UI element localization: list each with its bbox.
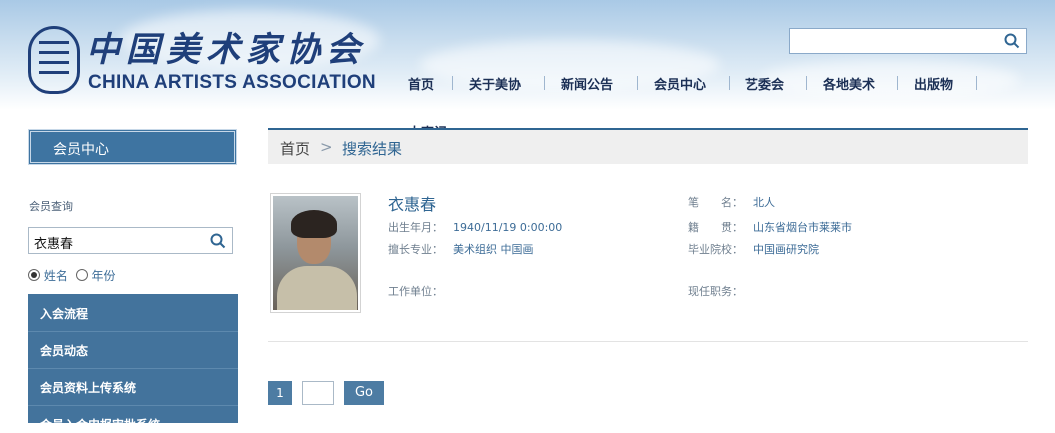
birth-value: 1940/11/19 0:00:00	[453, 221, 563, 234]
radio-year-label[interactable]: 年份	[92, 269, 116, 283]
nav-divider	[976, 76, 977, 90]
menu-divider	[28, 331, 238, 332]
origin-value: 山东省烟台市莱莱市	[753, 221, 852, 234]
page-number-button[interactable]: 1	[268, 381, 292, 405]
sidebar-menu: 入会流程 会员动态 会员资料上传系统 会员入会申报审批系统	[28, 294, 238, 432]
result-divider	[268, 341, 1028, 342]
nav-divider	[897, 76, 898, 90]
chevron-right-icon: >	[320, 138, 333, 156]
work-field: 工作单位：	[388, 283, 453, 299]
sidebar-title-label: 会员中心	[53, 142, 109, 158]
nav-divider	[729, 76, 730, 90]
menu-item-approval-system[interactable]: 会员入会申报审批系统	[40, 416, 160, 433]
menu-item-join-process[interactable]: 入会流程	[40, 305, 88, 322]
search-type-radios: 姓名 年份	[28, 267, 116, 284]
nav-item-art-committee[interactable]: 艺委会	[745, 74, 784, 93]
work-label: 工作单位：	[388, 285, 443, 298]
site-header: 中国美术家协会 CHINA ARTISTS ASSOCIATION 首页 关于美…	[0, 0, 1055, 110]
nav-item-news[interactable]: 新闻公告	[561, 74, 613, 93]
member-search-input[interactable]: 衣惠春	[28, 227, 233, 254]
site-search-input[interactable]	[789, 28, 1027, 54]
search-icon[interactable]	[210, 233, 226, 249]
position-label: 现任职务：	[688, 285, 743, 298]
school-field: 毕业院校： 中国画研究院	[688, 241, 819, 257]
radio-year[interactable]	[75, 269, 88, 281]
nav-item-member-center[interactable]: 会员中心	[654, 74, 706, 93]
radio-name[interactable]	[28, 269, 40, 281]
search-icon[interactable]	[1004, 33, 1020, 49]
specialty-label: 擅长专业：	[388, 243, 443, 256]
menu-divider	[28, 368, 238, 369]
menu-divider	[28, 405, 238, 406]
member-search-value[interactable]: 衣惠春	[34, 233, 73, 252]
nav-item-about[interactable]: 关于美协	[469, 74, 521, 93]
breadcrumb-home[interactable]: 首页	[280, 138, 310, 159]
breadcrumb-current: 搜索结果	[342, 140, 403, 158]
member-photo[interactable]	[270, 193, 361, 313]
school-label: 毕业院校：	[688, 243, 743, 256]
radio-name-label[interactable]: 姓名	[44, 269, 68, 283]
birth-field: 出生年月： 1940/11/19 0:00:00	[388, 219, 562, 235]
pen-name-label: 笔 名：	[688, 196, 743, 209]
nav-item-publications[interactable]: 出版物	[914, 74, 953, 93]
nav-item-home[interactable]: 首页	[408, 74, 434, 93]
logo-emblem[interactable]	[28, 26, 80, 94]
nav-divider	[544, 76, 545, 90]
pen-name-value: 北人	[753, 196, 775, 209]
birth-label: 出生年月：	[388, 221, 443, 234]
logo-chinese-title[interactable]: 中国美术家协会	[86, 22, 366, 71]
breadcrumb: 首页 > 搜索结果	[268, 128, 1028, 164]
go-button[interactable]: Go	[344, 381, 384, 405]
nav-divider	[637, 76, 638, 90]
menu-item-member-news[interactable]: 会员动态	[40, 342, 88, 359]
logo-english-title[interactable]: CHINA ARTISTS ASSOCIATION	[88, 72, 376, 94]
page-jump-input[interactable]	[302, 381, 334, 405]
specialty-field: 擅长专业： 美术组织 中国画	[388, 241, 534, 257]
member-name[interactable]: 衣惠春	[388, 191, 436, 215]
cloud	[760, 60, 1020, 100]
origin-field: 籍 贯： 山东省烟台市莱莱市	[688, 219, 852, 235]
sidebar-title: 会员中心	[28, 129, 237, 165]
pen-name-field: 笔 名： 北人	[688, 194, 775, 210]
position-field: 现任职务：	[688, 283, 753, 299]
member-query-label: 会员查询	[29, 200, 73, 213]
origin-label: 籍 贯：	[688, 221, 743, 234]
nav-item-regional-art[interactable]: 各地美术	[823, 74, 875, 93]
nav-divider	[452, 76, 453, 90]
menu-item-upload-system[interactable]: 会员资料上传系统	[40, 379, 136, 396]
school-value: 中国画研究院	[753, 243, 819, 256]
nav-divider	[806, 76, 807, 90]
specialty-value: 美术组织 中国画	[453, 243, 534, 256]
